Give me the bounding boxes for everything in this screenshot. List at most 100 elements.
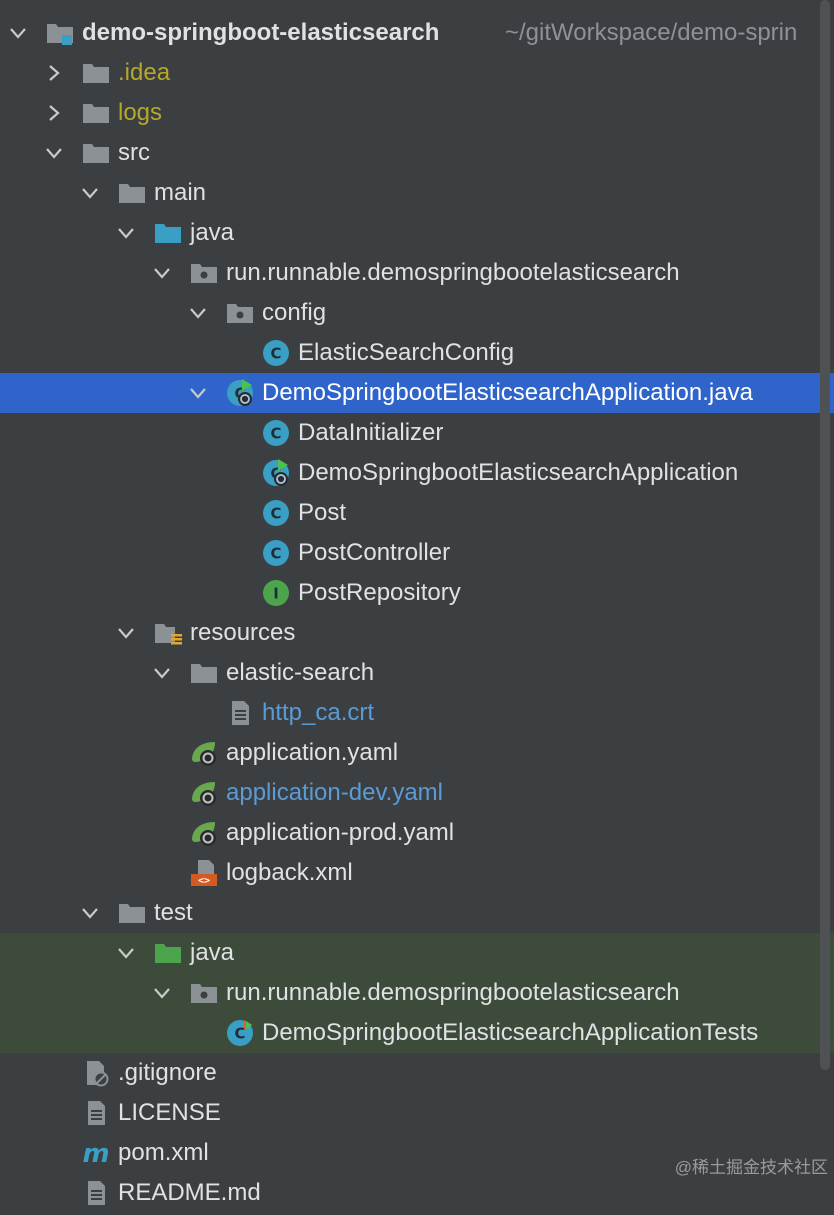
module-folder-icon [45, 18, 75, 48]
tree-item-config[interactable]: config [0, 293, 834, 333]
project-path: ~/gitWorkspace/demo-sprin [505, 19, 798, 46]
interface-icon: I [261, 578, 291, 608]
tree-item-label: README.md [118, 1179, 261, 1206]
chevron-down-icon[interactable] [152, 663, 172, 683]
tree-item-label: application-dev.yaml [226, 779, 443, 806]
tree-item-label: ElasticSearchConfig [298, 339, 515, 366]
tree-item-main[interactable]: main [0, 173, 834, 213]
svg-text:I: I [273, 585, 279, 603]
tree-item-application-dev-yaml[interactable]: application-dev.yaml [0, 773, 834, 813]
tree-item-label: .idea [118, 59, 171, 86]
chevron-right-icon[interactable] [44, 103, 64, 123]
tree-item-label: logs [118, 99, 163, 126]
tree-item-application-yaml[interactable]: application.yaml [0, 733, 834, 773]
package-icon [189, 258, 219, 288]
tree-item-label: PostController [298, 539, 451, 566]
tree-item-resources[interactable]: resources [0, 613, 834, 653]
scrollbar[interactable] [820, 0, 830, 1070]
tree-item-label: DemoSpringbootElasticsearchApplication.j… [262, 379, 753, 406]
svg-text:m: m [82, 1139, 109, 1168]
tree-item-idea[interactable]: .idea [0, 53, 834, 93]
tree-item-label: application-prod.yaml [226, 819, 455, 846]
tree-item-label: DemoSpringbootElasticsearchApplication [298, 459, 739, 486]
tree-item-test[interactable]: test [0, 893, 834, 933]
chevron-down-icon[interactable] [8, 23, 28, 43]
tree-item-application-prod-yaml[interactable]: application-prod.yaml [0, 813, 834, 853]
tree-item-label: config [262, 299, 327, 326]
chevron-down-icon[interactable] [188, 303, 208, 323]
chevron-down-icon[interactable] [116, 943, 136, 963]
tree-item-label: java [190, 939, 235, 966]
package-icon [225, 298, 255, 328]
folder-icon [189, 658, 219, 688]
chevron-right-icon[interactable] [44, 63, 64, 83]
tree-item-label: run.runnable.demospringbootelasticsearch [226, 979, 680, 1006]
svg-text:C: C [270, 425, 281, 443]
tree-item-label: run.runnable.demospringbootelasticsearch [226, 259, 680, 286]
chevron-down-icon[interactable] [152, 983, 172, 1003]
class-icon: C [261, 538, 291, 568]
tree-item-postcontroller[interactable]: C PostController [0, 533, 834, 573]
svg-text:C: C [270, 545, 281, 563]
source-folder-icon [153, 218, 183, 248]
gitignore-icon [81, 1058, 111, 1088]
chevron-down-icon[interactable] [44, 143, 64, 163]
maven-icon: m [81, 1138, 111, 1169]
spring-boot-class-icon: C [261, 458, 291, 488]
svg-text:C: C [234, 1025, 245, 1043]
project-tree: demo-springboot-elasticsearch ~/gitWorksp… [0, 0, 834, 1206]
tree-item-http-ca-crt[interactable]: http_ca.crt [0, 693, 834, 733]
tree-item-license[interactable]: LICENSE [0, 1093, 834, 1133]
file-icon [225, 698, 255, 728]
tree-item-logs[interactable]: logs [0, 93, 834, 133]
tree-item-post[interactable]: C Post [0, 493, 834, 533]
tree-item-label: pom.xml [118, 1139, 209, 1166]
tree-item-label: DataInitializer [298, 419, 444, 446]
spring-boot-class-icon: C [225, 378, 255, 408]
class-icon: C [261, 338, 291, 368]
tree-item-datainitializer[interactable]: C DataInitializer [0, 413, 834, 453]
chevron-down-icon[interactable] [188, 383, 208, 403]
chevron-down-icon[interactable] [152, 263, 172, 283]
spring-config-icon [189, 738, 219, 768]
svg-text:C: C [270, 345, 281, 363]
text-file-icon [81, 1098, 111, 1128]
chevron-down-icon[interactable] [80, 903, 100, 923]
tree-item-label: java [190, 219, 235, 246]
tree-item-label: LICENSE [118, 1099, 221, 1126]
resources-folder-icon [153, 618, 183, 648]
tree-item-java[interactable]: java [0, 933, 834, 973]
tree-item-label: .gitignore [118, 1059, 217, 1086]
chevron-down-icon[interactable] [80, 183, 100, 203]
tree-item-demo-springboot-elasticsearch[interactable]: demo-springboot-elasticsearch ~/gitWorksp… [0, 13, 834, 53]
tree-item-readme-md[interactable]: README.md [0, 1173, 834, 1213]
tree-item-postrepository[interactable]: I PostRepository [0, 573, 834, 613]
tree-item-demospringbootelasticsearchapplication-java[interactable]: C DemoSpringbootElasticsearchApplication.… [0, 373, 834, 413]
chevron-down-icon[interactable] [116, 623, 136, 643]
chevron-down-icon[interactable] [116, 223, 136, 243]
tree-item-elastic-search[interactable]: elastic-search [0, 653, 834, 693]
tree-item-elasticsearchconfig[interactable]: C ElasticSearchConfig [0, 333, 834, 373]
tree-item-label: Post [298, 499, 347, 526]
tree-item-label: DemoSpringbootElasticsearchApplicationTe… [262, 1019, 759, 1046]
class-icon: C [261, 498, 291, 528]
tree-item-label: elastic-search [226, 659, 375, 686]
spring-config-icon [189, 818, 219, 848]
spring-config-icon [189, 778, 219, 808]
folder-icon [81, 138, 111, 168]
tree-item-gitignore[interactable]: .gitignore [0, 1053, 834, 1093]
watermark: @稀土掘金技术社区 [674, 1158, 828, 1177]
tree-item-java[interactable]: java [0, 213, 834, 253]
tree-item-src[interactable]: src [0, 133, 834, 173]
tree-item-label: demo-springboot-elasticsearch [82, 19, 440, 46]
tree-item-demospringbootelasticsearchapplication[interactable]: C DemoSpringbootElasticsearchApplication [0, 453, 834, 493]
tree-item-label: PostRepository [298, 579, 461, 606]
tree-item-run-runnable-demospringbootelasticsearch[interactable]: run.runnable.demospringbootelasticsearch [0, 253, 834, 293]
tree-item-label: test [154, 899, 193, 926]
text-file-icon [81, 1178, 111, 1208]
tree-item-run-runnable-demospringbootelasticsearch[interactable]: run.runnable.demospringbootelasticsearch [0, 973, 834, 1013]
tree-item-logback-xml[interactable]: <> logback.xml [0, 853, 834, 893]
package-icon [189, 978, 219, 1008]
test-class-icon: C [225, 1018, 255, 1048]
tree-item-demospringbootelasticsearchapplicationtests[interactable]: C DemoSpringbootElasticsearchApplicationT… [0, 1013, 834, 1053]
